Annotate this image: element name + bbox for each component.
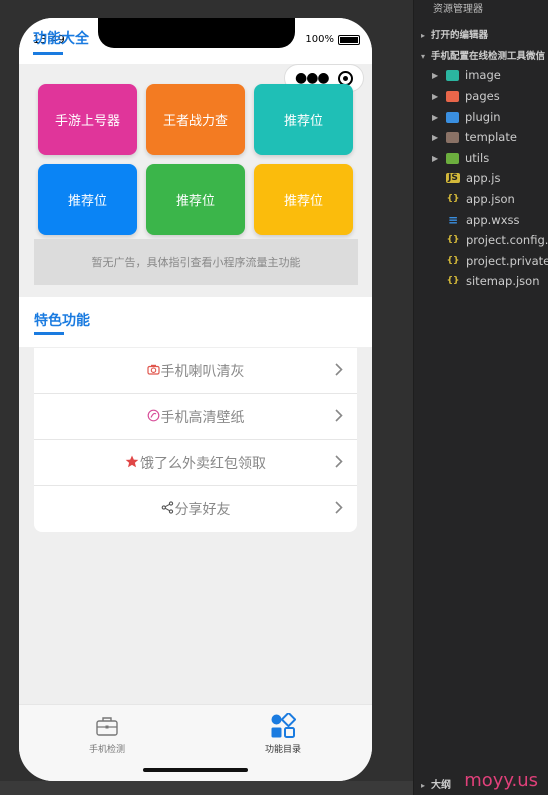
home-indicator <box>143 768 248 772</box>
json-file-icon: {} <box>446 256 460 266</box>
folder-label: image <box>465 68 501 82</box>
feature-item-wallpaper[interactable]: 手机高清壁纸 <box>34 394 357 440</box>
folder-plugin[interactable]: ▶ plugin <box>432 108 501 126</box>
category-icon <box>223 713 343 739</box>
file-label: app.wxss <box>466 213 520 227</box>
file-label: project.private.c <box>466 254 548 268</box>
star-icon <box>125 455 139 471</box>
feature-item-share[interactable]: 分享好友 <box>34 486 357 532</box>
grid-tile[interactable]: 推荐位 <box>254 164 353 235</box>
open-editors-section[interactable]: ▸ 打开的编辑器 <box>421 27 488 41</box>
file-label: sitemap.json <box>466 274 540 288</box>
js-file-icon: JS <box>446 173 460 183</box>
ad-placeholder: 暂无广告，具体指引查看小程序流量主功能 <box>34 239 358 285</box>
wxss-file-icon: ≡ <box>447 213 459 227</box>
json-file-icon: {} <box>446 235 460 245</box>
folder-template[interactable]: ▶ template <box>432 128 517 146</box>
chevron-right-icon: ▶ <box>432 153 439 163</box>
chevron-right-icon <box>335 499 343 518</box>
toolbox-icon <box>47 713 167 739</box>
grid-tile[interactable]: 推荐位 <box>38 164 137 235</box>
folder-icon <box>446 111 459 123</box>
tab-label: 功能目录 <box>264 745 301 755</box>
folder-icon <box>446 152 459 164</box>
section-title: 特色功能 <box>34 313 90 329</box>
feature-label: 饿了么外卖红包领取 <box>140 455 266 472</box>
grid-tile[interactable]: 王者战力查 <box>146 84 245 155</box>
section-label: 大纲 <box>431 780 452 791</box>
feature-list: 手机喇叭清灰 手机高清壁纸 饿了么外卖红包领取 分享好友 <box>34 348 357 532</box>
folder-pages[interactable]: ▶ pages <box>432 87 500 105</box>
json-file-icon: {} <box>446 194 460 204</box>
folder-label: pages <box>465 89 500 103</box>
battery-percent: 100% <box>305 34 334 45</box>
section-header: 特色功能 <box>19 297 372 347</box>
tab-label: 手机检测 <box>88 745 125 755</box>
folder-icon <box>446 69 459 81</box>
camera-icon <box>146 364 160 378</box>
chevron-down-icon: ▾ <box>421 52 426 61</box>
phone-notch <box>98 18 295 48</box>
chevron-right-icon: ▶ <box>432 91 439 101</box>
chevron-right-icon: ▶ <box>432 70 439 80</box>
feature-label: 分享好友 <box>174 502 231 518</box>
folder-label: plugin <box>465 110 501 124</box>
tab-phone-check[interactable]: 手机检测 <box>47 713 167 755</box>
battery-icon <box>338 34 360 45</box>
section-underline <box>34 332 64 335</box>
file-label: project.config.js <box>466 233 548 247</box>
file-app-js[interactable]: JS app.js <box>446 169 501 187</box>
grid-tile[interactable]: 手游上号器 <box>38 84 137 155</box>
grid-tile[interactable]: 推荐位 <box>146 164 245 235</box>
title-underline <box>33 52 63 55</box>
folder-utils[interactable]: ▶ utils <box>432 149 489 167</box>
section-label: 手机配置在线检测工具微信 <box>431 51 546 62</box>
page-header: 功能大全 <box>33 28 89 55</box>
feature-label: 手机喇叭清灰 <box>160 363 245 380</box>
folder-icon <box>446 90 459 102</box>
simulator-bottom-strip <box>0 781 413 795</box>
grid-tile[interactable]: 推荐位 <box>254 84 353 155</box>
file-label: app.json <box>466 192 515 206</box>
section-label: 打开的编辑器 <box>431 30 489 41</box>
outline-section[interactable]: ▸ 大纲 <box>421 776 451 791</box>
simulator-area: 13:49 100% 功能大全 ●●● 手游上号器 王者战力查 推荐位 推荐位 … <box>0 0 413 795</box>
chevron-right-icon: ▸ <box>421 31 426 40</box>
chevron-right-icon: ▸ <box>421 781 426 790</box>
chevron-right-icon <box>335 407 343 426</box>
chevron-right-icon <box>335 453 343 472</box>
folder-image[interactable]: ▶ image <box>432 66 501 84</box>
project-section[interactable]: ▾ 手机配置在线检测工具微信 <box>421 48 545 62</box>
chevron-right-icon: ▶ <box>432 132 439 142</box>
file-project-private[interactable]: {} project.private.c <box>446 252 548 270</box>
file-sitemap-json[interactable]: {} sitemap.json <box>446 272 540 290</box>
chevron-right-icon: ▶ <box>432 112 439 122</box>
folder-label: utils <box>465 151 490 165</box>
watermark: moyy.us <box>464 770 538 791</box>
folder-icon <box>446 131 459 143</box>
json-file-icon: {} <box>446 276 460 286</box>
folder-label: template <box>465 130 517 144</box>
file-project-config[interactable]: {} project.config.js <box>446 231 548 249</box>
tab-feature-catalog[interactable]: 功能目录 <box>223 713 343 755</box>
chevron-right-icon <box>335 361 343 380</box>
explorer-panel: 资源管理器 ▸ 打开的编辑器 ▾ 手机配置在线检测工具微信 ▶ image ▶ pa… <box>413 0 548 795</box>
feature-item-speaker-clean[interactable]: 手机喇叭清灰 <box>34 348 357 394</box>
wallpaper-icon <box>147 409 160 425</box>
battery-indicator: 100% <box>305 34 360 45</box>
phone-frame: 13:49 100% 功能大全 ●●● 手游上号器 王者战力查 推荐位 推荐位 … <box>19 18 372 781</box>
feature-item-eleme-coupon[interactable]: 饿了么外卖红包领取 <box>34 440 357 486</box>
file-app-wxss[interactable]: ≡ app.wxss <box>446 211 520 229</box>
page-title: 功能大全 <box>33 31 89 47</box>
feature-grid: 手游上号器 王者战力查 推荐位 推荐位 推荐位 推荐位 <box>38 84 354 235</box>
explorer-header: 资源管理器 <box>433 4 483 15</box>
file-label: app.js <box>466 171 501 185</box>
feature-label: 手机高清壁纸 <box>160 409 245 426</box>
file-app-json[interactable]: {} app.json <box>446 190 515 208</box>
share-icon <box>161 501 174 517</box>
